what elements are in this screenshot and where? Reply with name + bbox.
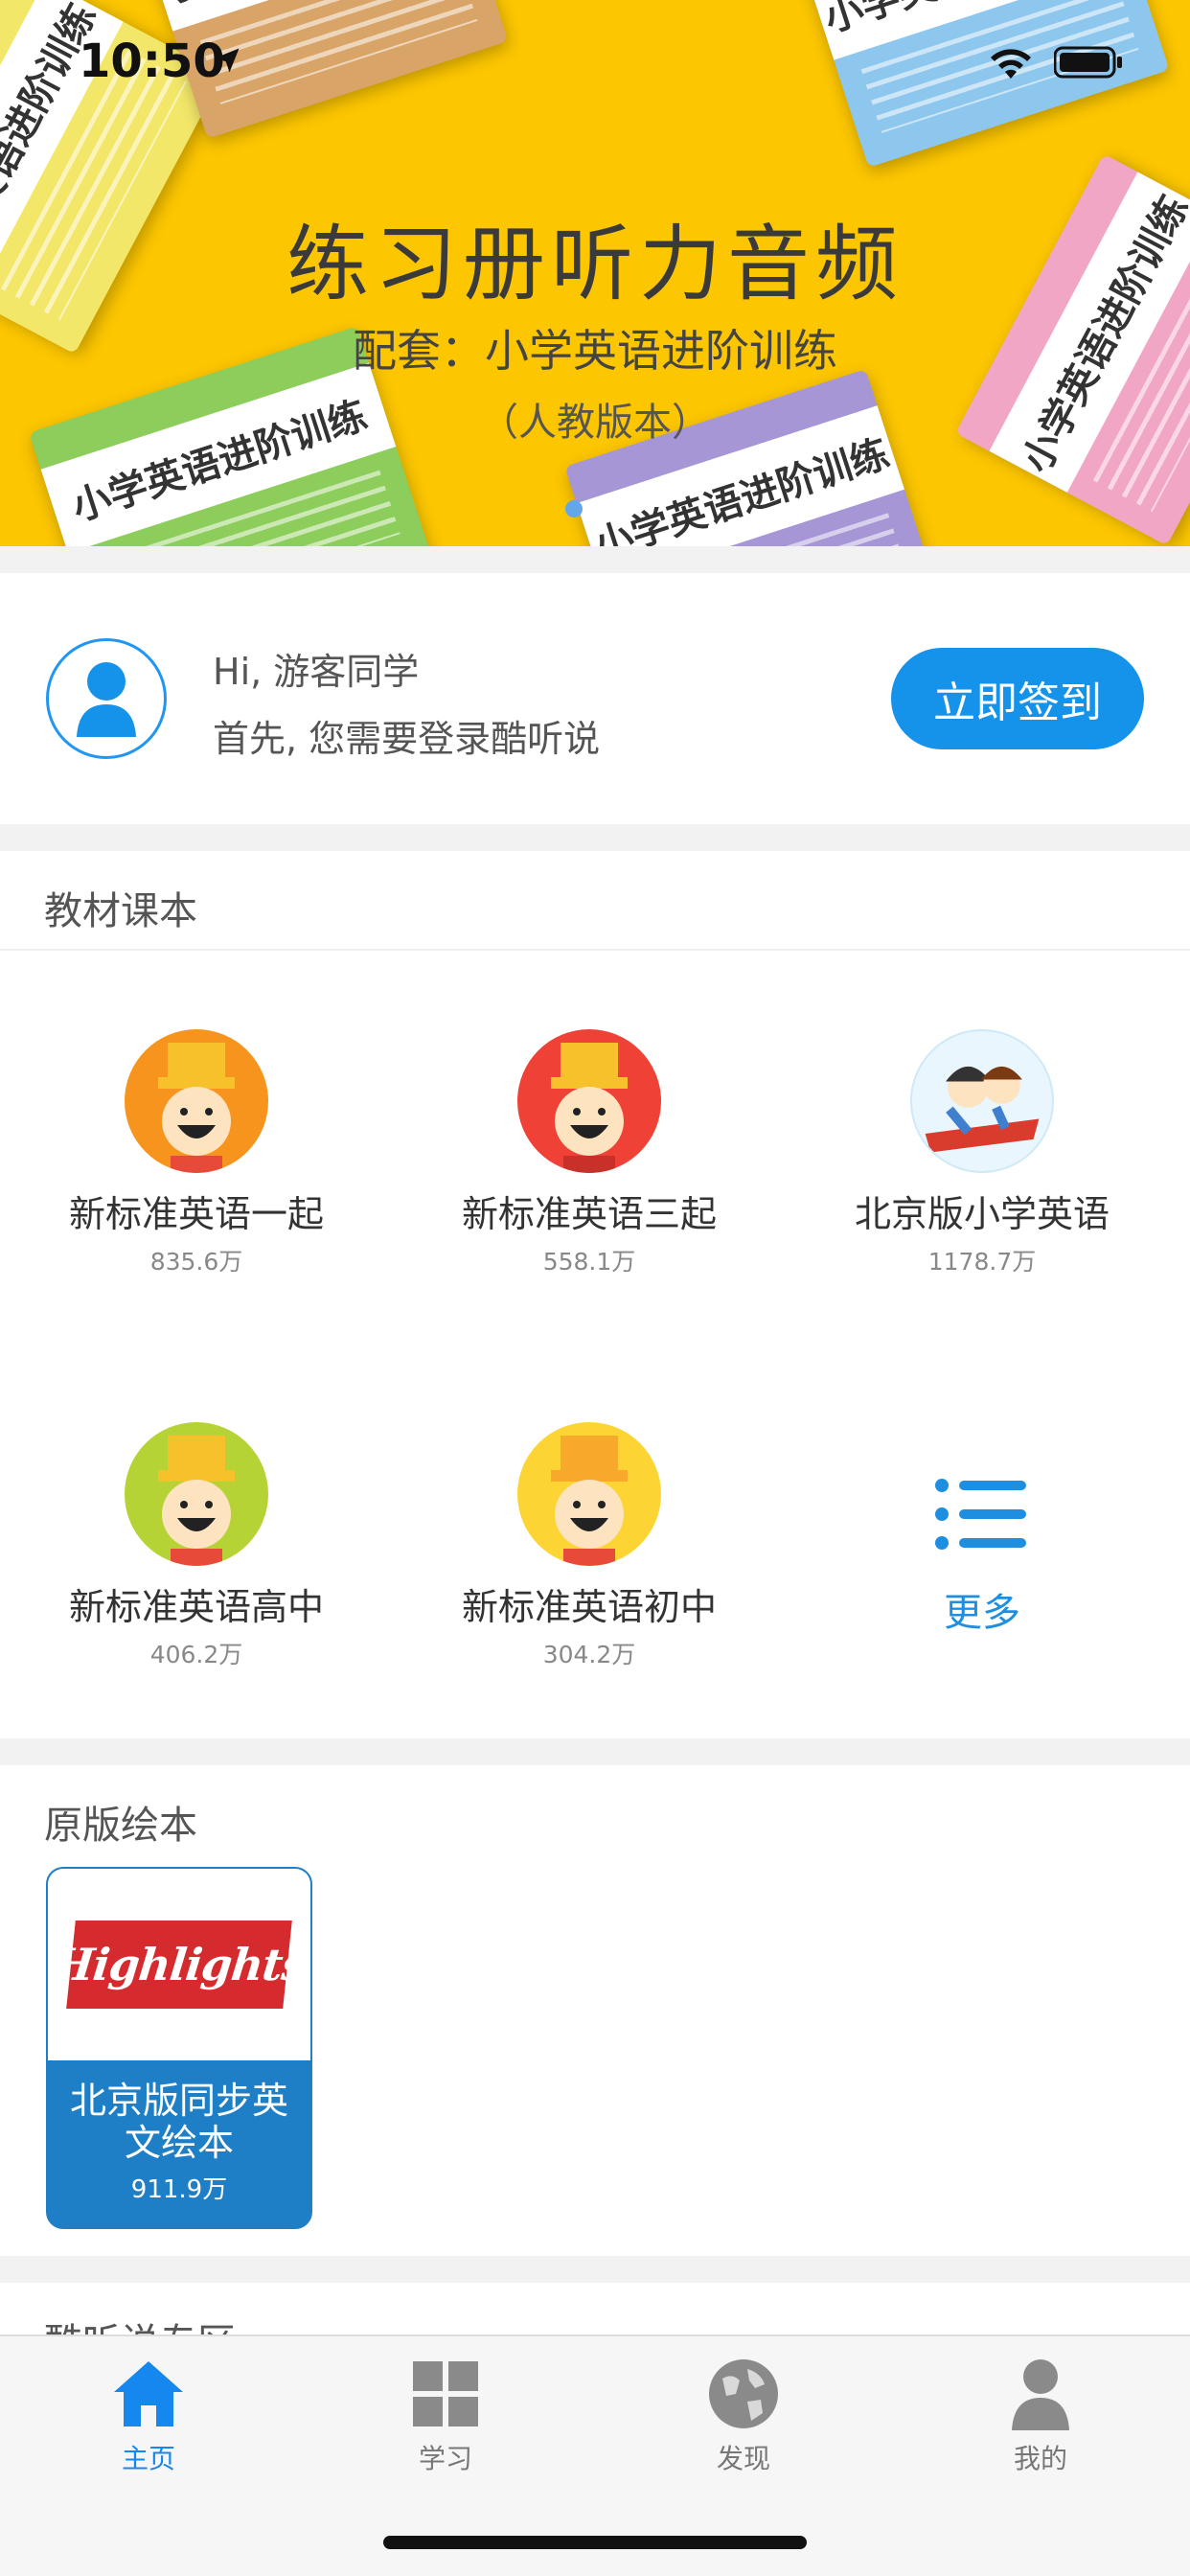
- battery-icon: [1054, 46, 1122, 79]
- mascot-green-icon: [125, 1422, 268, 1566]
- textbook-count: 558.1万: [542, 1248, 636, 1276]
- banner-subtitle-edition: （人教版本）: [480, 401, 710, 445]
- zone-section: 酷听说专区: [0, 2283, 1190, 2340]
- picture-book-count: 911.9万: [130, 2175, 228, 2204]
- banner-subtitle: 配套：小学英语进阶训练: [353, 325, 837, 377]
- carousel-page-indicator[interactable]: [565, 500, 619, 518]
- picture-book-card[interactable]: Highlights 北京版同步英文绘本 911.9万: [46, 1867, 312, 2229]
- textbook-item[interactable]: 新标准英语三起 558.1万: [393, 1029, 786, 1277]
- picture-book-name: 北京版同步英文绘本: [69, 2080, 288, 2164]
- tab-label: 发现: [716, 2443, 770, 2474]
- mascot-yellow-icon: [517, 1422, 661, 1566]
- greeting-text: Hi, 游客同学: [213, 651, 420, 693]
- textbook-item[interactable]: 新标准英语一起 835.6万: [0, 1029, 393, 1277]
- textbook-count: 406.2万: [149, 1641, 243, 1668]
- tab-me[interactable]: 我的: [945, 2356, 1136, 2476]
- status-bar: 10:50: [0, 0, 1190, 126]
- more-textbooks-button[interactable]: 更多: [786, 1476, 1179, 1637]
- tab-home[interactable]: 主页: [53, 2356, 244, 2476]
- status-time: 10:50: [79, 34, 225, 88]
- textbook-name: 新标准英语一起: [68, 1193, 324, 1235]
- textbook-name: 新标准英语初中: [461, 1586, 717, 1628]
- more-label: 更多: [944, 1591, 1020, 1635]
- tab-label: 学习: [418, 2443, 472, 2474]
- textbook-name: 北京版小学英语: [854, 1193, 1110, 1235]
- section-title-textbooks: 教材课本: [44, 889, 197, 933]
- wifi-icon: [991, 49, 1031, 79]
- grid-icon: [413, 2361, 478, 2426]
- textbook-count: 1178.7万: [927, 1248, 1037, 1276]
- section-title-picture-books: 原版绘本: [44, 1804, 197, 1848]
- mascot-orange-icon: [125, 1029, 268, 1173]
- picture-books-section: 原版绘本 Highlights 北京版同步英文绘本 911.9万: [0, 1765, 1190, 2256]
- globe-icon: [709, 2359, 778, 2428]
- avatar[interactable]: [46, 638, 167, 759]
- divider: [0, 949, 1190, 951]
- banner-title: 练习册听力音频: [286, 217, 904, 312]
- textbook-name: 新标准英语高中: [68, 1586, 324, 1628]
- textbooks-section: 教材课本 新标准英语一起 835.6万 新标准英语三起 558.1万 北京版小学…: [0, 851, 1190, 1738]
- user-icon: [1012, 2359, 1069, 2430]
- signin-button[interactable]: 立即签到: [891, 648, 1144, 749]
- carousel-dot[interactable]: [602, 500, 619, 518]
- textbook-item[interactable]: 新标准英语初中 304.2万: [393, 1422, 786, 1670]
- highlights-logo: Highlights: [50, 1920, 309, 2009]
- home-indicator[interactable]: [383, 2536, 807, 2549]
- login-card: Hi, 游客同学 首先, 您需要登录酷听说 立即签到: [0, 573, 1190, 824]
- textbook-count: 835.6万: [149, 1248, 243, 1276]
- tab-discover[interactable]: 发现: [648, 2356, 839, 2476]
- textbook-count: 304.2万: [542, 1641, 636, 1668]
- list-icon: [935, 1479, 1026, 1550]
- textbook-item[interactable]: 新标准英语高中 406.2万: [0, 1422, 393, 1670]
- kids-flying-carpet-icon: [910, 1029, 1054, 1173]
- user-avatar-icon: [77, 662, 136, 737]
- tab-study[interactable]: 学习: [350, 2356, 541, 2476]
- textbook-name: 新标准英语三起: [461, 1193, 717, 1235]
- carousel-dot-active[interactable]: [565, 500, 583, 518]
- mascot-red-icon: [517, 1029, 661, 1173]
- tab-label: 主页: [121, 2443, 175, 2474]
- textbook-item[interactable]: 北京版小学英语 1178.7万: [786, 1029, 1179, 1277]
- tab-label: 我的: [1013, 2443, 1067, 2474]
- picture-book-cover: Highlights: [48, 1869, 310, 2060]
- login-hint-text[interactable]: 首先, 您需要登录酷听说: [213, 709, 600, 762]
- home-icon: [114, 2361, 183, 2426]
- location-arrow-icon: [215, 48, 240, 73]
